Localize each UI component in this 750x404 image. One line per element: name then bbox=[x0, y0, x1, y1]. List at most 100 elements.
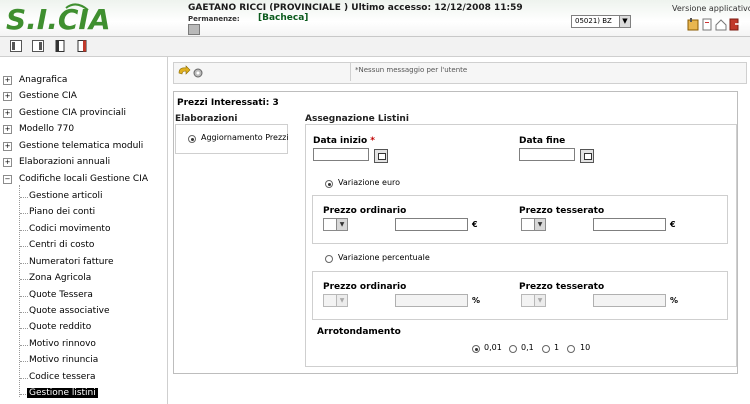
sidebar-subitem-zona-agricola[interactable]: Zona Agricola bbox=[29, 273, 91, 283]
calendar-icon[interactable] bbox=[374, 149, 388, 163]
chevron-down-icon: ▼ bbox=[534, 219, 545, 230]
sidebar-item-anagrafica[interactable]: + Anagrafica bbox=[3, 75, 67, 85]
home-icon[interactable] bbox=[715, 18, 727, 31]
chevron-down-icon: ▼ bbox=[336, 219, 347, 230]
arrotondamento-label: Arrotondamento bbox=[317, 327, 401, 337]
user-info: GAETANO RICCI (PROVINCIALE ) Ultimo acce… bbox=[188, 3, 523, 13]
tree-line bbox=[19, 185, 20, 397]
rounding-radio-0-01[interactable] bbox=[472, 345, 480, 353]
permanenze-label: Permanenze: bbox=[188, 15, 240, 23]
user-message: *Nessun messaggio per l'utente bbox=[355, 66, 468, 74]
collapse-icon[interactable]: − bbox=[3, 174, 12, 184]
chevron-down-icon: ▼ bbox=[336, 295, 347, 306]
tree-branch bbox=[20, 230, 28, 231]
euro-symbol: € bbox=[670, 220, 676, 229]
prezzo-tesserato-sign-select[interactable]: ▼ bbox=[521, 218, 546, 231]
tree-branch bbox=[20, 328, 28, 329]
data-inizio-input[interactable] bbox=[313, 148, 369, 161]
undo-gear-icon bbox=[178, 65, 203, 78]
sidebar-item-codifiche-locali[interactable]: − Codifiche locali Gestione CIA bbox=[3, 174, 148, 184]
sidebar-subitem-quote-tessera[interactable]: Quote Tessera bbox=[29, 290, 93, 300]
aggiornamento-prezzi-radio[interactable] bbox=[188, 135, 196, 143]
prezzo-ordinario-percent-input[interactable] bbox=[395, 294, 468, 307]
assegnazione-title: Assegnazione Listini bbox=[305, 114, 409, 124]
variazione-percentuale-label: Variazione percentuale bbox=[338, 253, 430, 262]
expand-icon[interactable]: + bbox=[3, 157, 12, 167]
layout-left-icon[interactable] bbox=[10, 40, 22, 52]
divider bbox=[350, 63, 351, 81]
page-red-icon[interactable] bbox=[76, 40, 88, 52]
page-icon[interactable] bbox=[54, 40, 66, 52]
rounding-label: 10 bbox=[580, 343, 591, 352]
sidebar-item-gestione-cia-provinciali[interactable]: + Gestione CIA provinciali bbox=[3, 108, 126, 118]
prezzo-ordinario-sign-select[interactable]: ▼ bbox=[323, 218, 348, 231]
sidebar-subitem-codici-movimento[interactable]: Codici movimento bbox=[29, 224, 110, 234]
sidebar-item-modello-770[interactable]: + Modello 770 bbox=[3, 124, 74, 134]
sidebar: + Anagrafica + Gestione CIA + Gestione CIA … bbox=[0, 57, 168, 404]
back-settings-icons[interactable] bbox=[176, 65, 210, 80]
variazione-euro-radio[interactable] bbox=[325, 180, 333, 188]
calendar-icon[interactable] bbox=[580, 149, 594, 163]
sidebar-item-gestione-cia[interactable]: + Gestione CIA bbox=[3, 91, 77, 101]
sidebar-subitem-numeratori-fatture[interactable]: Numeratori fatture bbox=[29, 257, 114, 267]
expand-icon[interactable]: + bbox=[3, 75, 12, 85]
expand-icon[interactable]: + bbox=[3, 108, 12, 118]
permanenze-value[interactable]: [Bacheca] bbox=[258, 13, 308, 23]
sidebar-item-gestione-telematica[interactable]: + Gestione telematica moduli bbox=[3, 141, 143, 151]
tree-branch bbox=[20, 263, 28, 264]
data-inizio-label: Data inizio * bbox=[313, 136, 375, 146]
sidebar-subitem-centri-di-costo[interactable]: Centri di costo bbox=[29, 240, 94, 250]
rounding-radio-0-1[interactable] bbox=[509, 345, 517, 353]
prezzo-tesserato-percent-select[interactable]: ▼ bbox=[521, 294, 546, 307]
aggiornamento-prezzi-label: Aggiornamento Prezzi bbox=[201, 133, 289, 142]
rounding-label: 0,1 bbox=[521, 343, 534, 352]
tree-branch bbox=[20, 213, 28, 214]
prezzi-interessati: Prezzi Interessati: 3 bbox=[177, 98, 279, 108]
tree-branch bbox=[20, 296, 28, 297]
prezzo-ordinario-label: Prezzo ordinario bbox=[323, 206, 407, 216]
variazione-euro-label: Variazione euro bbox=[338, 178, 401, 187]
rounding-radio-1[interactable] bbox=[542, 345, 550, 353]
expand-icon[interactable]: + bbox=[3, 91, 12, 101]
percent-symbol: % bbox=[670, 296, 679, 305]
office-selector[interactable]: 05021) BZ ▼ bbox=[571, 15, 631, 28]
sidebar-subitem-codice-tessera[interactable]: Codice tessera bbox=[29, 372, 96, 382]
sidebar-subitem-motivo-rinnovo[interactable]: Motivo rinnovo bbox=[29, 339, 96, 349]
calendar-icon[interactable] bbox=[687, 18, 699, 31]
percent-symbol: % bbox=[472, 296, 481, 305]
office-selector-value: 05021) BZ bbox=[575, 17, 612, 25]
expand-icon[interactable]: + bbox=[3, 124, 12, 134]
prezzo-tesserato-label: Prezzo tesserato bbox=[519, 282, 605, 292]
prezzo-ordinario-percent-select[interactable]: ▼ bbox=[323, 294, 348, 307]
sidebar-subitem-gestione-articoli[interactable]: Gestione articoli bbox=[29, 191, 103, 201]
layout-right-icon[interactable] bbox=[32, 40, 44, 52]
chevron-down-icon: ▼ bbox=[534, 295, 545, 306]
app-logo: S.I.CIA bbox=[6, 3, 111, 34]
prezzo-tesserato-label: Prezzo tesserato bbox=[519, 206, 605, 216]
tree-branch bbox=[20, 345, 28, 346]
rounding-radio-10[interactable] bbox=[567, 345, 575, 353]
version-label[interactable]: Versione applicativo bbox=[672, 4, 750, 13]
variazione-percentuale-radio[interactable] bbox=[325, 255, 333, 263]
exit-icon[interactable] bbox=[729, 18, 743, 31]
toolbar bbox=[0, 37, 750, 57]
chevron-down-icon: ▼ bbox=[619, 16, 630, 27]
document-icon[interactable] bbox=[701, 18, 713, 31]
sidebar-subitem-piano-dei-conti[interactable]: Piano dei conti bbox=[29, 207, 95, 217]
elaborazioni-title: Elaborazioni bbox=[175, 114, 238, 124]
sidebar-item-elaborazioni-annuali[interactable]: + Elaborazioni annuali bbox=[3, 157, 110, 167]
tree-branch bbox=[20, 279, 28, 280]
svg-text:S.I.CIA: S.I.CIA bbox=[6, 3, 111, 34]
prezzo-tesserato-percent-input[interactable] bbox=[593, 294, 666, 307]
rounding-label: 0,01 bbox=[484, 343, 502, 352]
sidebar-subitem-motivo-rinuncia[interactable]: Motivo rinuncia bbox=[29, 355, 98, 365]
expand-icon[interactable]: + bbox=[3, 141, 12, 151]
permanenze-icon[interactable] bbox=[188, 24, 200, 35]
prezzo-ordinario-input[interactable] bbox=[395, 218, 468, 231]
data-fine-input[interactable] bbox=[519, 148, 575, 161]
sidebar-subitem-quote-reddito[interactable]: Quote reddito bbox=[29, 322, 91, 332]
tree-branch bbox=[20, 197, 28, 198]
sidebar-subitem-gestione-listini[interactable]: Gestione listini bbox=[27, 388, 98, 398]
prezzo-tesserato-input[interactable] bbox=[593, 218, 666, 231]
sidebar-subitem-quote-associative[interactable]: Quote associative bbox=[29, 306, 109, 316]
